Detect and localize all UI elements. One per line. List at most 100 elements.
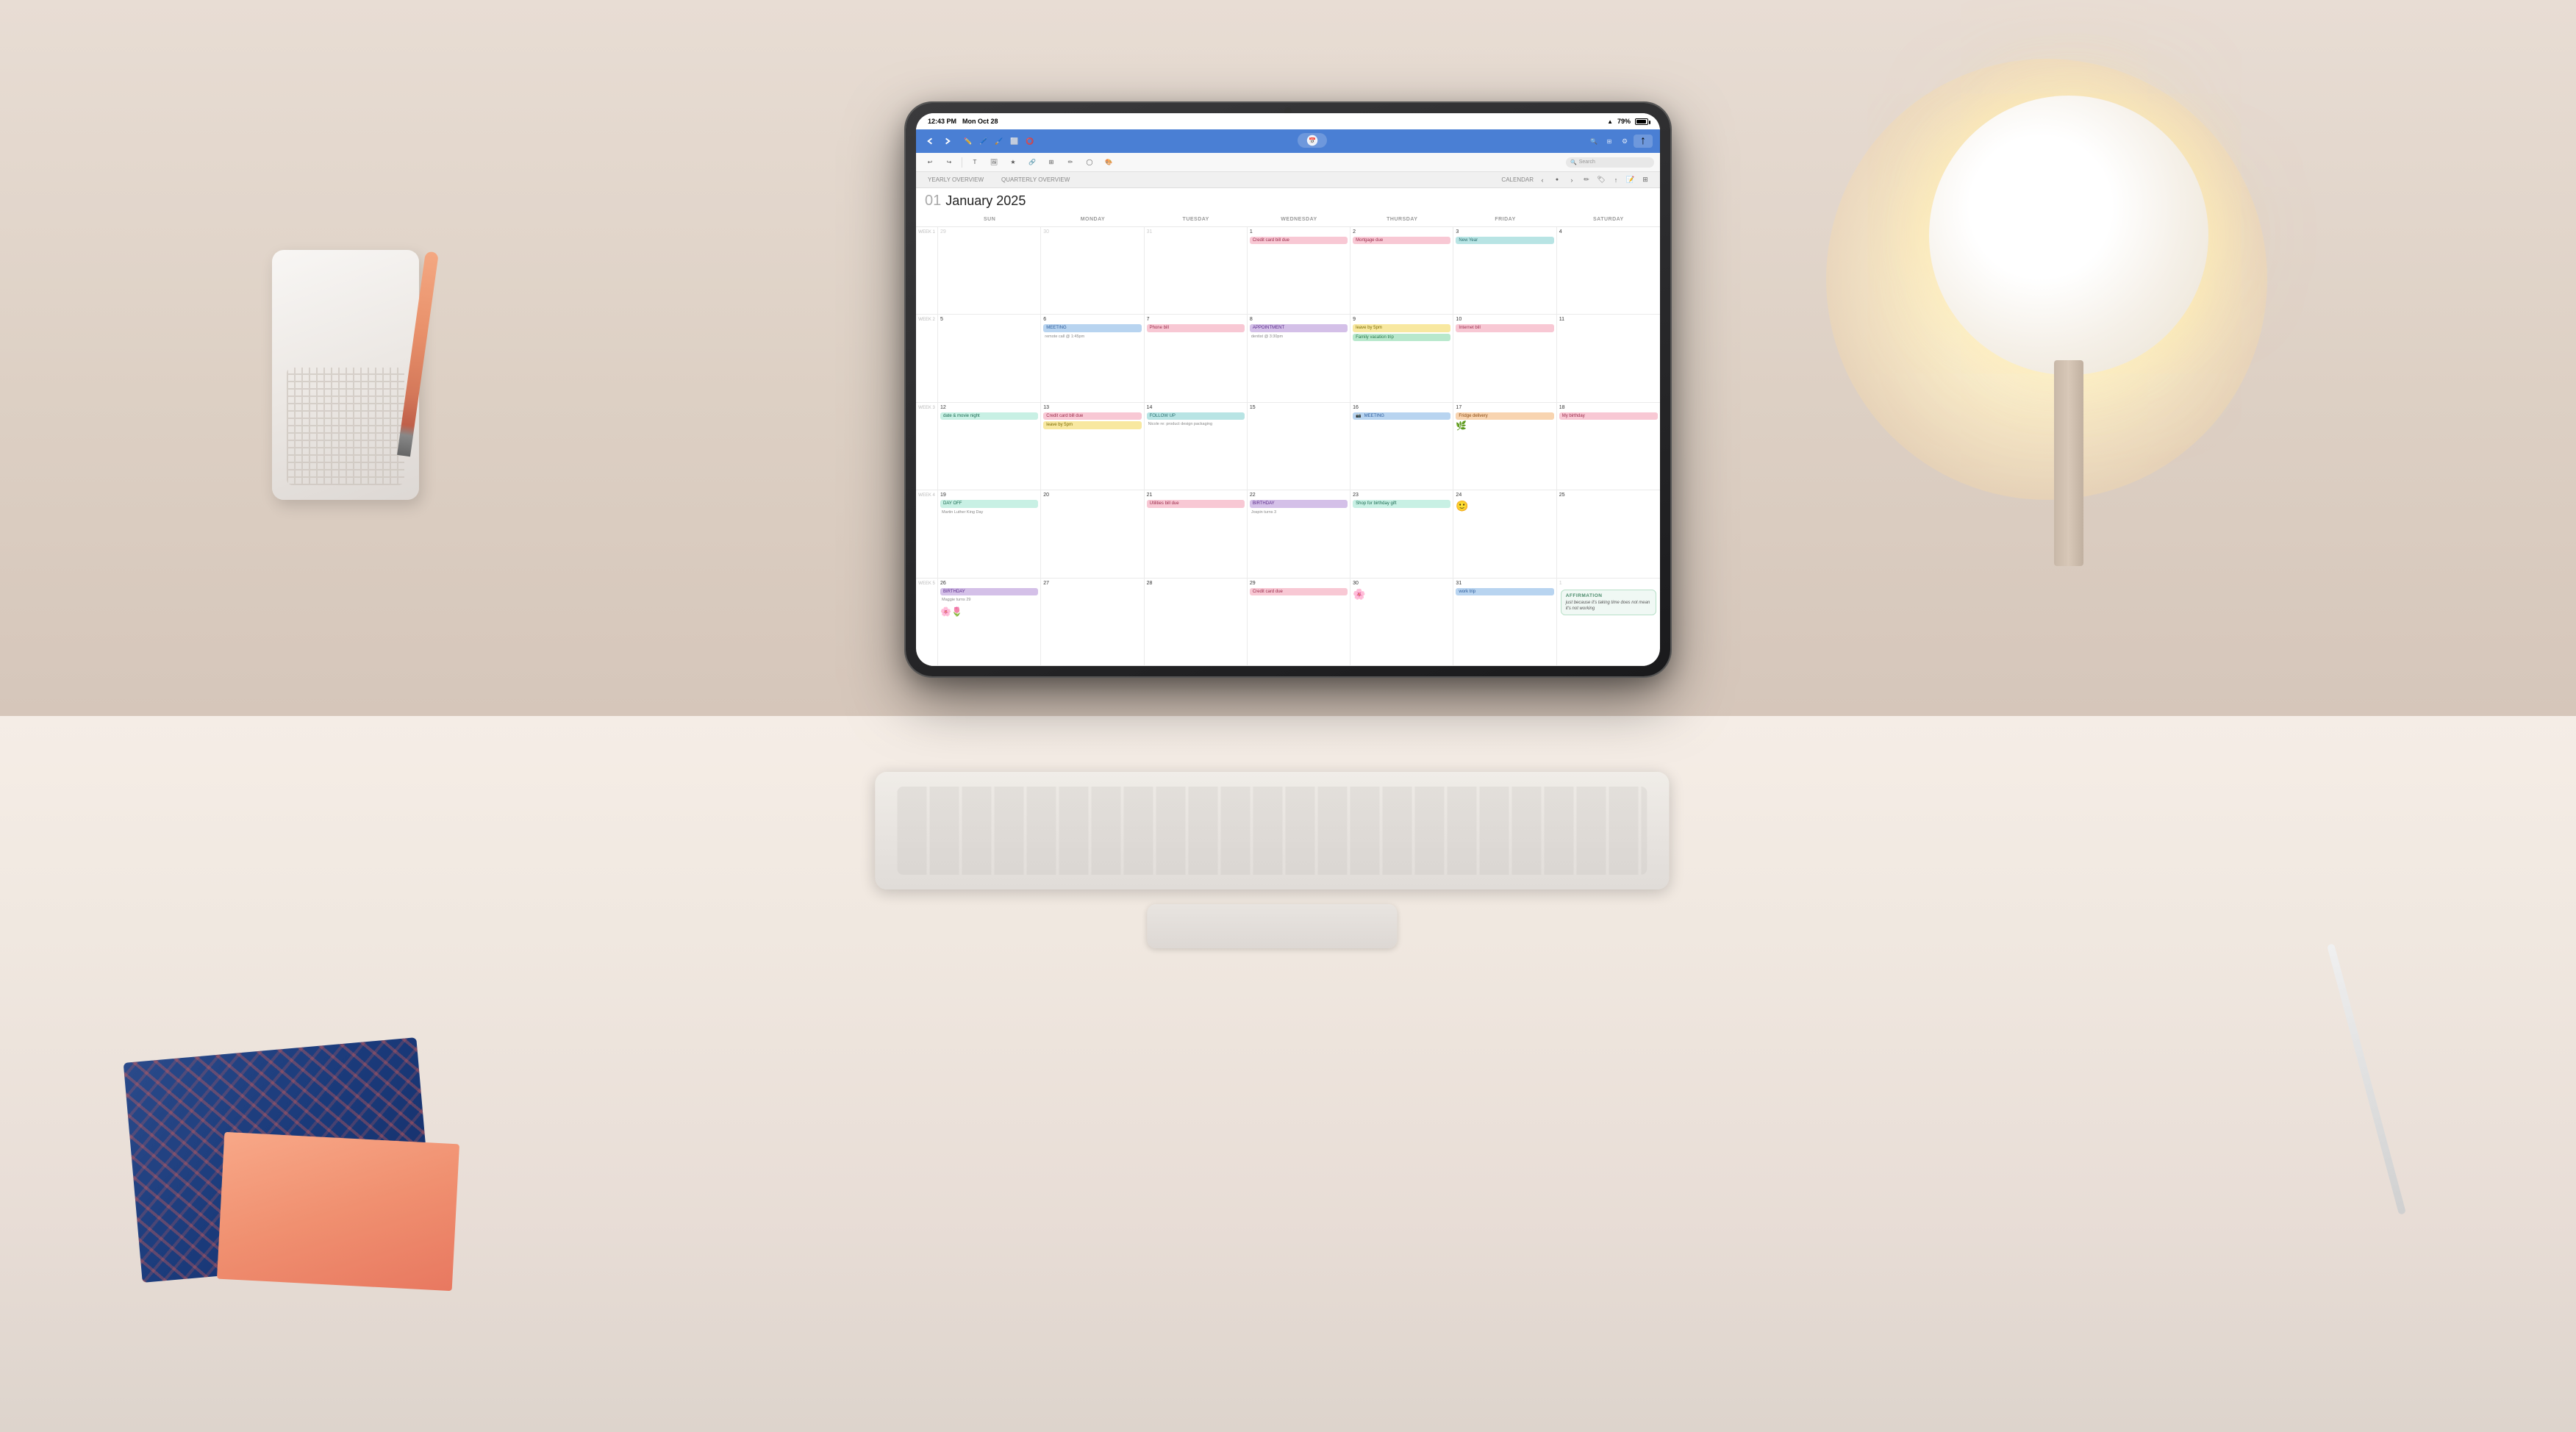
share-icon[interactable]: ↑ <box>1610 174 1622 186</box>
event-birthday-self[interactable]: My birthday <box>1559 412 1658 420</box>
marker-tool[interactable]: 🖌️ <box>992 135 1006 148</box>
draw-tool[interactable]: ✏ <box>1062 156 1078 169</box>
lasso-tool[interactable]: ⭕ <box>1023 135 1037 148</box>
event-date-night[interactable]: date & movie night <box>940 412 1038 420</box>
keyboard[interactable] <box>875 772 1669 889</box>
calendar-label: CALENDAR <box>1501 176 1534 183</box>
cell-jan1[interactable]: 1 Credit card bill due <box>1248 227 1350 314</box>
cell-dec30[interactable]: 30 <box>1041 227 1144 314</box>
day-header-sun: SUN <box>938 212 1041 226</box>
tag-icon[interactable]: 🏷 <box>1595 174 1607 186</box>
cell-jan27[interactable]: 27 <box>1041 579 1144 665</box>
event-family-vacation[interactable]: Family vacation trip <box>1353 334 1450 341</box>
event-follow-up[interactable]: FOLLOW UP <box>1147 412 1245 420</box>
event-birthday-jospin[interactable]: BIRTHDAY <box>1250 500 1348 507</box>
cell-jan7[interactable]: 7 Phone bill <box>1145 315 1248 401</box>
event-day-off[interactable]: DAY OFF <box>940 500 1038 507</box>
event-phone-bill[interactable]: Phone bill <box>1147 324 1245 332</box>
search-box[interactable]: 🔍 Search <box>1566 157 1654 168</box>
cell-jan22[interactable]: 22 BIRTHDAY Jospin turns 3 <box>1248 490 1350 577</box>
prev-month[interactable]: ‹ <box>1536 174 1548 186</box>
cell-feb1[interactable]: 1 AFFIRMATION just because it's taking t… <box>1557 579 1660 665</box>
cell-jan12[interactable]: 12 date & movie night <box>938 403 1041 490</box>
event-leave-by-5[interactable]: leave by 5pm <box>1353 324 1450 332</box>
cell-jan30[interactable]: 30 🌸 <box>1350 579 1453 665</box>
share-button[interactable]: ↑ <box>1634 135 1653 148</box>
more-icon[interactable]: ⊞ <box>1639 174 1651 186</box>
settings-button[interactable]: ⚙ <box>1618 135 1631 148</box>
event-utilities[interactable]: Utilities bill due <box>1147 500 1245 507</box>
undo-button[interactable]: ↩ <box>922 156 938 169</box>
shape-tool[interactable]: ◯ <box>1081 156 1098 169</box>
cell-jan18[interactable]: 18 My birthday <box>1557 403 1660 490</box>
cell-jan13[interactable]: 13 Credit card bill due leave by 5pm <box>1041 403 1144 490</box>
cell-dec31[interactable]: 31 <box>1145 227 1248 314</box>
event-meeting-2[interactable]: 📷MEETING <box>1353 412 1450 420</box>
zoom-tool[interactable]: 🔍 <box>1587 135 1600 148</box>
cell-jan25[interactable]: 25 <box>1557 490 1660 577</box>
cell-jan5[interactable]: 5 <box>938 315 1041 401</box>
forward-button[interactable] <box>941 135 954 148</box>
cell-jan23[interactable]: 23 Shop for birthday gift <box>1350 490 1453 577</box>
text-tool[interactable]: T <box>967 156 983 169</box>
next-month[interactable]: › <box>1566 174 1578 186</box>
color-tool[interactable]: 🎨 <box>1101 156 1117 169</box>
cell-jan20[interactable]: 20 <box>1041 490 1144 577</box>
sticker-tool[interactable]: ★ <box>1005 156 1021 169</box>
app-icon[interactable]: 📅 <box>1298 133 1327 148</box>
event-shop-birthday[interactable]: Shop for birthday gift <box>1353 500 1450 507</box>
pen-tool[interactable]: 🖊️ <box>977 135 990 148</box>
cell-jan26[interactable]: 26 BIRTHDAY Maggie turns 29 🌸🌷 <box>938 579 1041 665</box>
cell-jan19[interactable]: 19 DAY OFF Martin Luther King Day <box>938 490 1041 577</box>
event-appointment[interactable]: APPOINTMENT <box>1250 324 1348 332</box>
eraser-tool[interactable]: ⬜ <box>1008 135 1021 148</box>
note-icon[interactable]: 📝 <box>1625 174 1636 186</box>
cell-jan31[interactable]: 31 work trip <box>1453 579 1556 665</box>
image-tool[interactable]: 🖼 <box>986 156 1002 169</box>
back-button[interactable] <box>923 135 937 148</box>
cell-jan14[interactable]: 14 FOLLOW UP Nicole re: product design p… <box>1145 403 1248 490</box>
cell-jan3[interactable]: 3 New Year <box>1453 227 1556 314</box>
cell-jan9[interactable]: 9 leave by 5pm Family vacation trip <box>1350 315 1453 401</box>
cell-jan17[interactable]: 17 Fridge delivery 🌿 <box>1453 403 1556 490</box>
edit-icon[interactable]: ✏ <box>1581 174 1592 186</box>
cell-dec29[interactable]: 29 <box>938 227 1041 314</box>
event-leave-by-5-2[interactable]: leave by 5pm <box>1043 421 1141 429</box>
table-tool[interactable]: ⊞ <box>1043 156 1059 169</box>
event-credit-card-2[interactable]: Credit card bill due <box>1043 412 1141 420</box>
cell-jan8[interactable]: 8 APPOINTMENT dentist @ 3:30pm <box>1248 315 1350 401</box>
event-fridge[interactable]: Fridge delivery <box>1456 412 1553 420</box>
redo-button[interactable]: ↪ <box>941 156 957 169</box>
status-right: ▲ 79% <box>1607 118 1648 125</box>
event-credit-card-1[interactable]: Credit card bill due <box>1250 237 1348 244</box>
link-tool[interactable]: 🔗 <box>1024 156 1040 169</box>
cell-jan21[interactable]: 21 Utilities bill due <box>1145 490 1248 577</box>
cell-jan16[interactable]: 16 📷MEETING <box>1350 403 1453 490</box>
day-header-sat: SATURDAY <box>1557 212 1660 226</box>
event-internet-bill[interactable]: Internet bill <box>1456 324 1553 332</box>
tab-yearly[interactable]: YEARLY OVERVIEW <box>925 175 987 185</box>
date-jan23: 23 <box>1353 493 1450 498</box>
drawing-tools: ✏️ 🖊️ 🖌️ ⬜ ⭕ <box>962 135 1037 148</box>
grid-tool[interactable]: ⊞ <box>1603 135 1616 148</box>
cell-jan24[interactable]: 24 🙂 <box>1453 490 1556 577</box>
cell-jan10[interactable]: 10 Internet bill <box>1453 315 1556 401</box>
event-birthday-maggie[interactable]: BIRTHDAY <box>940 588 1038 595</box>
cell-jan4[interactable]: 4 <box>1557 227 1660 314</box>
cell-jan28[interactable]: 28 <box>1145 579 1248 665</box>
tab-quarterly[interactable]: QUARTERLY OVERVIEW <box>998 175 1073 185</box>
event-new-year[interactable]: New Year <box>1456 237 1553 244</box>
event-meeting-1[interactable]: MEETING <box>1043 324 1141 332</box>
pencil-tool[interactable]: ✏️ <box>962 135 975 148</box>
cell-jan15[interactable]: 15 <box>1248 403 1350 490</box>
cell-jan29[interactable]: 29 Credit card due <box>1248 579 1350 665</box>
event-work-trip[interactable]: work trip <box>1456 588 1553 595</box>
today-button[interactable]: ● <box>1551 174 1563 186</box>
event-credit-card-3[interactable]: Credit card due <box>1250 588 1348 595</box>
view-tabs: YEARLY OVERVIEW QUARTERLY OVERVIEW CALEN… <box>916 172 1660 188</box>
cell-jan11[interactable]: 11 <box>1557 315 1660 401</box>
trackpad[interactable] <box>1147 904 1397 948</box>
event-mortgage[interactable]: Mortgage due <box>1353 237 1450 244</box>
cell-jan6[interactable]: 6 MEETING remote call @ 1:45pm <box>1041 315 1144 401</box>
cell-jan2[interactable]: 2 Mortgage due <box>1350 227 1453 314</box>
